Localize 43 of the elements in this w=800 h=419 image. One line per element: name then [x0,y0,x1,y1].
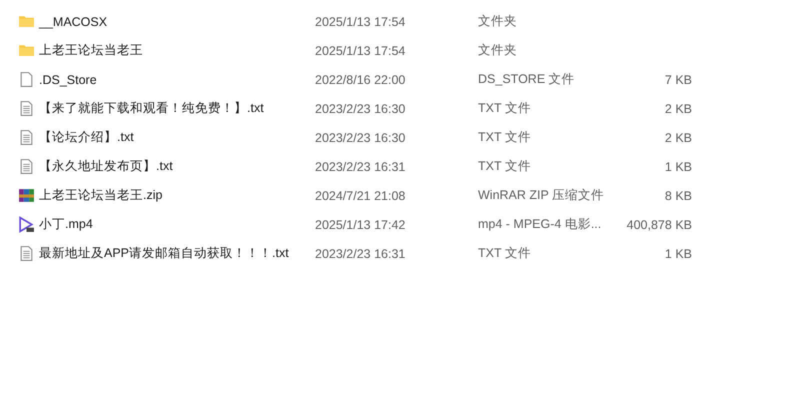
file-name[interactable]: 【论坛介绍】.txt [39,129,315,146]
text-file-icon [18,129,35,146]
modified-date: 2023/2/23 16:30 [315,130,406,144]
text-file-icon [18,100,35,117]
file-type: TXT 文件 [478,129,532,146]
modified-date: 2024/7/21 21:08 [315,188,406,202]
modified-date: 2023/2/23 16:31 [315,160,406,174]
file-size: 2 KB [664,102,692,116]
folder-icon [18,13,35,30]
modified-date: 2025/1/13 17:54 [315,44,406,58]
file-type: TXT 文件 [478,245,532,262]
file-type: 文件夹 [478,42,518,59]
file-type: TXT 文件 [478,100,532,117]
play-icon [18,216,35,233]
file-name[interactable]: 上老王论坛当老王.zip [39,187,315,204]
modified-date: 2022/8/16 22:00 [315,72,406,86]
folder-icon [18,42,35,59]
file-size: 2 KB [664,130,692,144]
modified-date: 2025/1/13 17:42 [315,218,406,232]
file-name[interactable]: 【永久地址发布页】.txt [39,158,315,175]
file-name[interactable]: 【来了就能下载和观看！纯免费！】.txt [39,100,315,117]
file-size: 7 KB [664,72,692,86]
file-type: mp4 - MPEG-4 电影... [478,216,602,233]
modified-date: 2023/2/23 16:30 [315,102,406,116]
file-size: 1 KB [664,246,692,260]
text-file-icon [18,158,35,175]
file-name[interactable]: 最新地址及APP请发邮箱自动获取！！！.txt [39,245,315,262]
file-name[interactable]: 小丁.mp4 [39,216,315,233]
archive-icon [18,187,35,204]
file-size: 400,878 KB [626,218,692,232]
file-name[interactable]: .DS_Store [39,72,315,86]
file-size: 8 KB [664,188,692,202]
file-type: 文件夹 [478,13,518,30]
file-type: DS_STORE 文件 [478,71,576,88]
file-name[interactable]: __MACOSX [39,14,315,28]
file-size: 1 KB [664,160,692,174]
file-type: TXT 文件 [478,158,532,175]
modified-date: 2025/1/13 17:54 [315,14,406,28]
modified-date: 2023/2/23 16:31 [315,246,406,260]
file-name[interactable]: 上老王论坛当老王 [39,42,315,59]
text-file-icon [18,245,35,262]
file-icon [18,71,35,88]
file-type: WinRAR ZIP 压缩文件 [478,187,606,204]
